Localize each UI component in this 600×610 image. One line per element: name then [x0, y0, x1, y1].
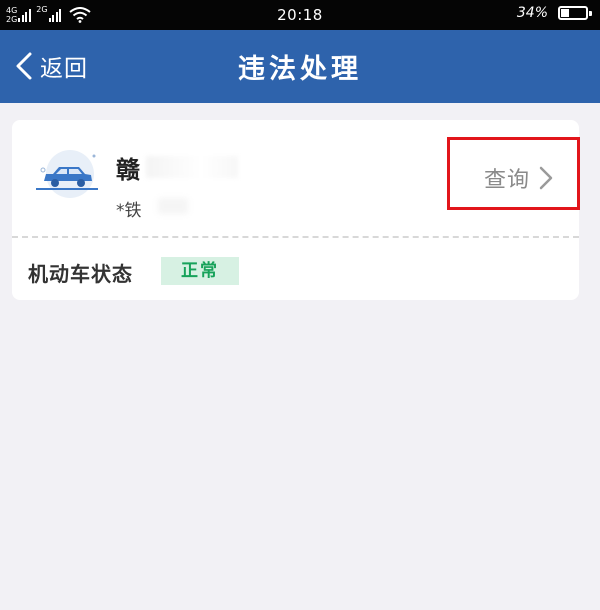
vehicle-card: 赣 *铁 查询 机动车状态 正常 — [12, 120, 580, 300]
status-bar: 4G 2G 2G 20:18 34% — [0, 0, 600, 30]
page-title: 违法处理 — [238, 54, 362, 85]
status-badge: 正常 — [161, 257, 239, 285]
dashed-divider — [12, 236, 579, 238]
redacted-plate — [146, 156, 238, 178]
battery-percent: 34% — [516, 5, 548, 21]
plate-number: 赣 — [116, 156, 140, 184]
redacted-owner — [158, 198, 188, 214]
highlight-box — [447, 137, 580, 210]
nav-bar: 返回 违法处理 — [0, 30, 600, 103]
car-icon — [36, 150, 98, 198]
owner-name: *铁 — [116, 201, 142, 221]
battery-icon — [558, 6, 592, 20]
clock: 20:18 — [277, 6, 323, 24]
vehicle-status-label: 机动车状态 — [28, 262, 133, 286]
